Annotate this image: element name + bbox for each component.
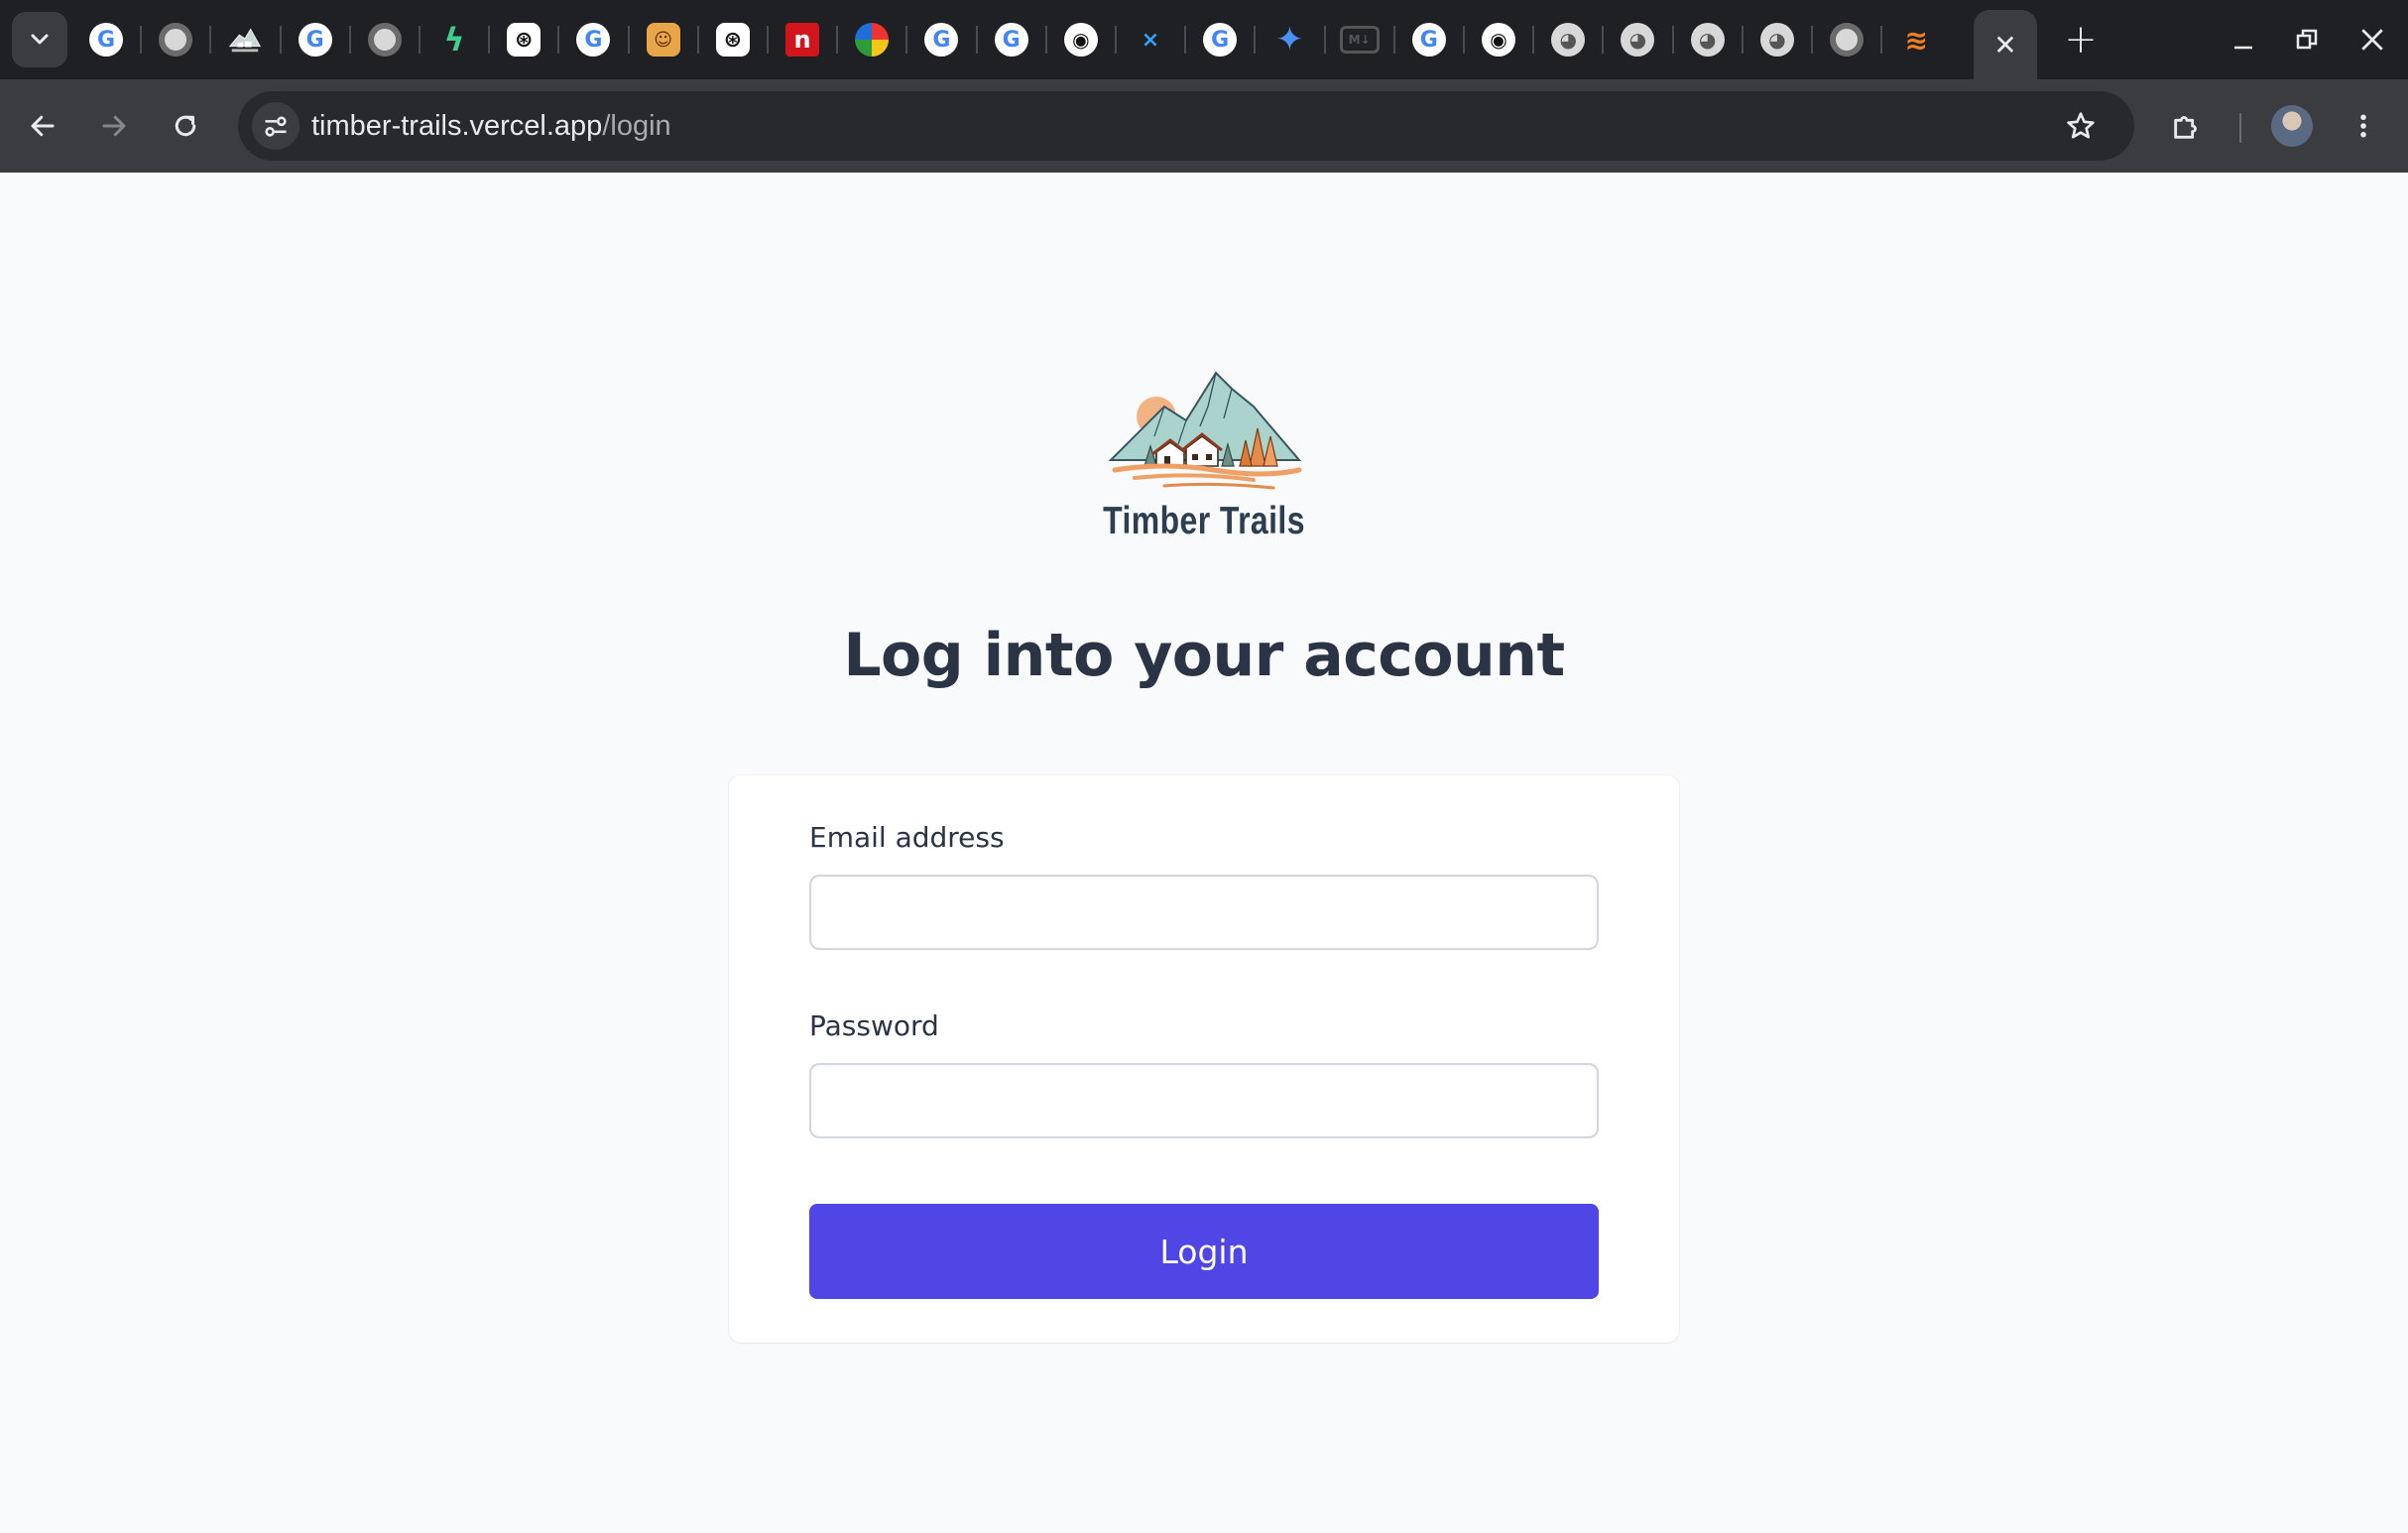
globe-icon: ◕ (1690, 23, 1725, 57)
supabase-icon: ϟ (443, 21, 465, 59)
browser-tab[interactable] (141, 14, 210, 65)
browser-tab[interactable]: ⊛ (698, 14, 768, 65)
browser-tab[interactable]: ϟ (420, 14, 489, 65)
login-page: Timber Trails Log into your account Emai… (0, 173, 2408, 1533)
browser-tab[interactable]: G (1185, 14, 1255, 65)
chevron-down-icon (31, 34, 49, 45)
browser-tab[interactable] (1812, 14, 1881, 65)
arrow-right-icon (102, 115, 126, 137)
login-card: Email address Password Login (729, 775, 1679, 1343)
close-icon[interactable]: ✕ (1993, 29, 2016, 61)
page-title: Log into your account (843, 621, 1565, 690)
browser-tab[interactable]: G (281, 14, 350, 65)
browser-toolbar: timber-trails.vercel.app/login (0, 79, 2408, 173)
google-icon: G (298, 23, 332, 57)
profile-avatar[interactable] (2271, 105, 2313, 147)
gemini-sparkle-icon: ✦ (1275, 20, 1304, 59)
login-button[interactable]: Login (809, 1204, 1599, 1299)
chrome-icon (367, 23, 402, 57)
google-icon: G (994, 23, 1028, 57)
tab-search-button[interactable] (12, 12, 67, 67)
site-info-button[interactable] (252, 102, 300, 150)
globe-icon: ◕ (1759, 23, 1794, 57)
browser-tab[interactable] (837, 14, 906, 65)
x-app-icon: ⨯ (1141, 27, 1160, 53)
browser-tab[interactable]: ⊛ (489, 14, 558, 65)
browser-tab[interactable]: ◕ (1533, 14, 1603, 65)
browser-tab[interactable]: ◕ (1673, 14, 1743, 65)
openai-icon: ⊛ (507, 23, 542, 57)
google-icon: G (576, 23, 611, 57)
chrome-icon (1830, 23, 1864, 57)
close-window-icon (2361, 29, 2383, 51)
email-label: Email address (809, 821, 1005, 854)
google-icon: G (1203, 23, 1238, 57)
browser-menu-button[interactable] (2341, 103, 2386, 149)
browser-tab[interactable] (350, 14, 420, 65)
browser-tab[interactable]: ◉ (1464, 14, 1533, 65)
tune-icon (265, 116, 287, 137)
active-tab[interactable]: ✕ (1974, 10, 2037, 79)
url-text[interactable]: timber-trails.vercel.app/login (311, 91, 671, 161)
address-bar[interactable]: timber-trails.vercel.app/login (238, 91, 2134, 161)
github-icon: ◉ (1482, 23, 1515, 57)
puzzle-icon (2174, 116, 2197, 139)
reload-button[interactable] (163, 103, 208, 149)
toolbar-divider (2239, 113, 2241, 143)
swirl-icon (855, 23, 890, 57)
email-field[interactable] (809, 875, 1599, 950)
extensions-button[interactable] (2164, 103, 2210, 149)
browser-tab[interactable]: ⨯ (1116, 14, 1185, 65)
google-icon: G (1411, 23, 1446, 57)
restore-icon (2296, 29, 2318, 50)
netflix-n-icon: n (785, 23, 819, 57)
timber-trails-logo (1108, 371, 1302, 490)
globe-icon: ◕ (1551, 23, 1586, 57)
browser-tab[interactable]: ◉ (1046, 14, 1116, 65)
browser-tab-strip: G Gϟ ⊛ G ☺ ⊛ n G G ◉ ⨯ G ✦ M↓ G ◉ ◕ ◕ ◕ ◕ ≋ ✕ + (0, 0, 2408, 79)
globe-icon: ◕ (1621, 23, 1655, 57)
openai-icon: ⊛ (715, 23, 750, 57)
password-label: Password (809, 1009, 939, 1042)
forward-button[interactable] (91, 103, 137, 149)
minimize-button[interactable] (2216, 14, 2271, 65)
reload-icon (175, 115, 196, 137)
timber-trails-icon (228, 23, 262, 57)
browser-tab[interactable]: ☺ (629, 14, 698, 65)
github-icon: ◉ (1063, 23, 1098, 57)
google-icon: G (924, 23, 959, 57)
avatar-face-icon: ☺ (646, 23, 680, 57)
arrow-left-icon (31, 115, 55, 137)
minimize-icon (2234, 46, 2252, 50)
password-field[interactable] (809, 1063, 1599, 1138)
url-host: timber-trails.vercel.app (311, 110, 603, 142)
chrome-icon (159, 23, 193, 57)
restore-button[interactable] (2279, 14, 2335, 65)
browser-tab[interactable]: n (768, 14, 837, 65)
google-icon: G (89, 23, 123, 57)
browser-tab[interactable]: G (906, 14, 976, 65)
star-icon (2067, 112, 2095, 139)
browser-tab[interactable]: ✦ (1255, 14, 1324, 65)
browser-tab[interactable]: G (558, 14, 628, 65)
browser-tab[interactable]: M↓ (1325, 14, 1394, 65)
back-button[interactable] (20, 103, 65, 149)
browser-tab[interactable]: G (1394, 14, 1464, 65)
stackoverflow-icon: ≋ (1904, 23, 1928, 57)
browser-tab[interactable]: G (71, 14, 141, 65)
browser-tab[interactable] (210, 14, 280, 65)
close-window-button[interactable] (2345, 14, 2400, 65)
browser-tab[interactable]: ≋ (1881, 14, 1951, 65)
browser-tab[interactable]: ◕ (1743, 14, 1812, 65)
bookmark-button[interactable] (2057, 102, 2105, 150)
plus-icon: + (2064, 17, 2098, 62)
url-path: /login (602, 110, 671, 142)
markdown-icon: M↓ (1339, 26, 1380, 54)
browser-tab[interactable]: ◕ (1603, 14, 1672, 65)
new-tab-button[interactable]: + (2055, 14, 2107, 65)
brand-name: Timber Trails (1103, 500, 1305, 542)
browser-tab[interactable]: G (977, 14, 1046, 65)
tab-list: G Gϟ ⊛ G ☺ ⊛ n G G ◉ ⨯ G ✦ M↓ G ◉ ◕ ◕ ◕ ◕ ≋ (71, 0, 1966, 79)
kebab-menu-icon (2360, 114, 2366, 138)
